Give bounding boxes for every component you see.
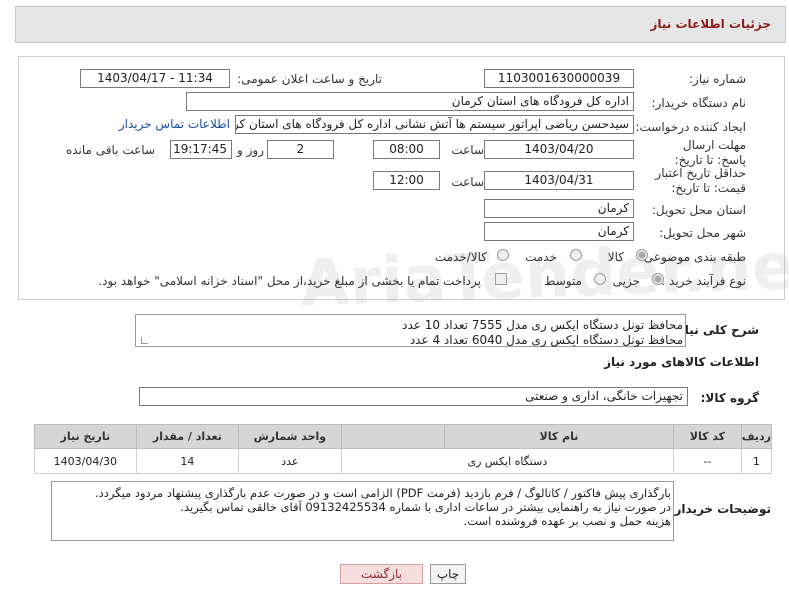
buyer-notes-line-2: در صورت نیاز به راهنمایی بیشتر در ساعات … xyxy=(180,500,671,514)
cell-goods-code: -- xyxy=(673,448,742,474)
back-button[interactable]: بازگشت xyxy=(340,564,423,584)
deadline-time-label: ساعت xyxy=(451,143,484,157)
remaining-days-field: 2 xyxy=(267,140,334,159)
cell-quantity: 14 xyxy=(135,448,240,474)
deadline-label: مهلت ارسال پاسخ: تا تاریخ: xyxy=(674,138,746,167)
table-row: 1403/04/30 14 عدد دستگاه ایکس ری -- 1 xyxy=(34,448,773,474)
cell-unit: عدد xyxy=(238,448,342,474)
col-unit: واحد شمارش xyxy=(238,424,342,449)
category-radio-service[interactable] xyxy=(570,249,582,261)
goods-table: تاریخ نیاز تعداد / مقدار واحد شمارش نام … xyxy=(34,424,773,474)
deadline-date-field: 1403/04/20 xyxy=(484,140,634,159)
category-radio-goods[interactable] xyxy=(636,249,648,261)
requester-field: سیدحسن ریاضی اپراتور سیستم ها آتش نشانی … xyxy=(235,115,634,134)
announce-date-field: 1403/04/17 - 11:34 xyxy=(80,69,230,88)
need-number-label: شماره نیاز: xyxy=(689,72,746,86)
page-header: جزئیات اطلاعات نیاز xyxy=(15,6,786,43)
buyer-org-label: نام دستگاه خریدار: xyxy=(651,96,747,110)
validity-time-label: ساعت xyxy=(451,175,484,189)
validity-time-field: 12:00 xyxy=(373,171,440,190)
province-label: استان محل تحویل: xyxy=(651,203,746,217)
table-header-row: تاریخ نیاز تعداد / مقدار واحد شمارش نام … xyxy=(34,424,773,449)
days-label: روز و xyxy=(237,143,264,157)
cell-row-number: 1 xyxy=(740,448,773,474)
general-desc-line-1: محافظ تونل دستگاه ایکس ری مدل 7555 تعداد… xyxy=(402,318,683,332)
deadline-time-field: 08:00 xyxy=(373,140,440,159)
purchase-radio-medium[interactable] xyxy=(594,273,606,285)
category-option-goods: کالا xyxy=(607,250,624,264)
announce-date-label: تاریخ و ساعت اعلان عمومی: xyxy=(237,72,382,86)
requester-label: ایجاد کننده درخواست: xyxy=(635,120,746,134)
buyer-notes-line-3: هزینه حمل و نصب بر عهده فروشنده است. xyxy=(463,514,671,528)
buyer-org-field: اداره کل فرودگاه های استان کرمان xyxy=(186,92,634,111)
general-desc-line-2: محافظ تونل دستگاه ایکس ری مدل 6040 تعداد… xyxy=(409,333,683,347)
col-need-date: تاریخ نیاز xyxy=(34,424,137,449)
col-quantity: تعداد / مقدار xyxy=(135,424,240,449)
buyer-notes-line-1: بارگذاری پیش فاکتور / کاتالوگ / فرم بازد… xyxy=(95,486,671,500)
goods-group-label: گروه کالا: xyxy=(700,391,759,405)
purchase-type-label: نوع فرآیند خرید : xyxy=(661,274,746,288)
cell-goods-name: دستگاه ایکس ری xyxy=(340,448,675,474)
remaining-time-field: 19:17:45 xyxy=(170,140,232,159)
category-option-service: خدمت xyxy=(525,250,557,264)
cell-need-date: 1403/04/30 xyxy=(34,448,137,474)
category-radio-goods-service[interactable] xyxy=(497,249,509,261)
treasury-payment-note: پرداخت تمام یا بخشی از مبلغ خرید،از محل … xyxy=(98,274,481,288)
print-button[interactable]: چاپ xyxy=(430,564,466,584)
page-title: جزئیات اطلاعات نیاز xyxy=(650,17,771,31)
validity-date-field: 1403/04/31 xyxy=(484,171,634,190)
city-field: کرمان xyxy=(484,222,634,241)
goods-group-field: تجهیزات خانگی، اداری و صنعتی xyxy=(139,387,688,406)
col-goods-name: نام کالا xyxy=(443,424,675,449)
category-label: طبقه بندی موضوعی: xyxy=(639,250,746,264)
category-option-goods-service: کالا/خدمت xyxy=(434,250,487,264)
need-number-field: 1103001630000039 xyxy=(484,69,634,88)
purchase-option-minor: جزیی xyxy=(612,274,640,288)
buyer-notes-label: توضیحات خریدار: xyxy=(669,502,771,516)
validity-label: حداقل تاریخ اعتبار قیمت: تا تاریخ: xyxy=(655,166,746,195)
remaining-time-label: ساعت باقی مانده xyxy=(65,143,155,157)
goods-section-title: اطلاعات کالاهای مورد نیاز xyxy=(604,355,759,369)
province-field: کرمان xyxy=(484,199,634,218)
general-desc-textarea: محافظ تونل دستگاه ایکس ری مدل 7555 تعداد… xyxy=(135,314,686,347)
treasury-payment-checkbox[interactable] xyxy=(495,273,507,285)
buyer-notes-box: بارگذاری پیش فاکتور / کاتالوگ / فرم بازد… xyxy=(51,481,674,541)
col-row-number: ردیف xyxy=(740,424,773,449)
col-unit2 xyxy=(340,424,445,449)
col-goods-code: کد کالا xyxy=(673,424,742,449)
purchase-option-medium: متوسط xyxy=(544,274,582,288)
resize-grip-icon[interactable] xyxy=(141,337,148,344)
buyer-contact-link[interactable]: اطلاعات تماس خریدار xyxy=(119,117,230,131)
city-label: شهر محل تحویل: xyxy=(659,226,746,240)
purchase-radio-minor[interactable] xyxy=(652,273,664,285)
